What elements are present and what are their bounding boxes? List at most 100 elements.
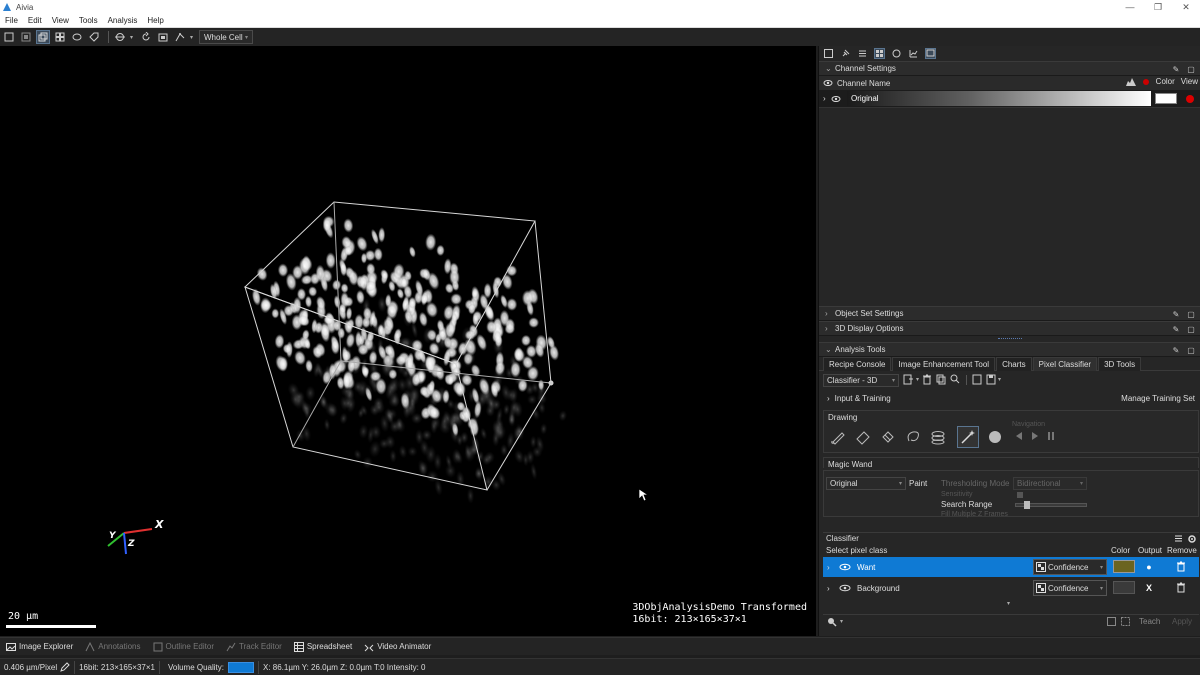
record-dot-icon[interactable] xyxy=(1142,78,1150,86)
3d-display-options-header[interactable]: › 3D Display Options ✎ ▢ xyxy=(819,321,1200,336)
save-icon[interactable] xyxy=(986,374,996,385)
class-color-swatch[interactable] xyxy=(1113,581,1135,594)
trash-icon[interactable] xyxy=(1175,581,1187,594)
chevron-down-icon[interactable]: ▾ xyxy=(840,618,843,625)
channel-view-toggle[interactable] xyxy=(1186,95,1194,103)
circle-brush-icon[interactable] xyxy=(985,427,1005,447)
search-icon[interactable] xyxy=(827,617,837,627)
tab-3d-tools[interactable]: 3D Tools xyxy=(1098,357,1142,371)
list-icon[interactable] xyxy=(857,48,868,59)
document-icon[interactable] xyxy=(972,374,982,385)
measure-icon[interactable] xyxy=(173,30,187,44)
document-icon[interactable] xyxy=(1107,617,1116,626)
class-color-swatch[interactable] xyxy=(1113,560,1135,573)
analysis-tools-header[interactable]: ⌄ Analysis Tools ✎ ▢ xyxy=(819,342,1200,357)
pin-icon[interactable]: ✎ xyxy=(1171,64,1181,74)
float-icon[interactable]: ▢ xyxy=(1186,345,1196,355)
thresholding-mode-select[interactable]: Bidirectional ▾ xyxy=(1013,477,1087,490)
menu-view[interactable]: View xyxy=(47,16,74,25)
delete-icon[interactable] xyxy=(922,374,932,385)
histogram-icon[interactable] xyxy=(1125,77,1136,86)
channel-settings-header[interactable]: ⌄ Channel Settings ✎ ▢ xyxy=(819,61,1200,76)
output-type-select[interactable]: Confidence ▾ xyxy=(1033,580,1107,596)
pin-icon[interactable]: ✎ xyxy=(1171,345,1181,355)
chevron-down-icon[interactable]: ▾ xyxy=(130,34,136,41)
paint-bucket-icon[interactable] xyxy=(878,427,898,447)
magic-wand-icon[interactable] xyxy=(957,426,979,448)
eye-icon[interactable] xyxy=(839,584,851,592)
selection-icon[interactable] xyxy=(1121,617,1130,626)
target-icon[interactable] xyxy=(113,30,127,44)
wand-channel-select[interactable]: Original ▾ xyxy=(826,477,906,490)
pin-icon[interactable] xyxy=(840,48,851,59)
search-icon[interactable] xyxy=(950,374,960,385)
snapshot-icon[interactable] xyxy=(156,30,170,44)
float-icon[interactable]: ▢ xyxy=(1186,64,1196,74)
float-icon[interactable]: ▢ xyxy=(1186,324,1196,334)
tab-charts[interactable]: Charts xyxy=(996,357,1032,371)
tab-outline-editor[interactable]: Outline Editor xyxy=(147,638,220,656)
chevron-down-icon[interactable]: ▾ xyxy=(916,376,919,383)
frame-icon[interactable] xyxy=(19,30,33,44)
chevron-right-icon[interactable]: › xyxy=(823,563,835,572)
display-icon[interactable] xyxy=(925,47,936,59)
reset-view-icon[interactable] xyxy=(139,30,153,44)
chart-icon[interactable] xyxy=(908,48,919,59)
previous-frame-icon[interactable] xyxy=(1014,431,1024,441)
menu-edit[interactable]: Edit xyxy=(23,16,47,25)
next-frame-icon[interactable] xyxy=(1030,431,1040,441)
menu-tools[interactable]: Tools xyxy=(74,16,103,25)
close-icon[interactable]: ✕ xyxy=(1172,0,1200,14)
eye-icon[interactable] xyxy=(839,563,851,571)
brush-icon[interactable] xyxy=(828,427,848,447)
volume-quality-slider[interactable] xyxy=(228,661,254,673)
layers-icon[interactable] xyxy=(928,427,948,447)
apply-button[interactable]: Apply xyxy=(1172,617,1192,626)
view-mode-select[interactable]: Whole Cell ▾ xyxy=(199,30,253,44)
pixel-class-row[interactable]: › Background Confidence ▾ X xyxy=(823,578,1199,598)
channel-color-swatch[interactable] xyxy=(1155,93,1177,104)
pencil-icon[interactable] xyxy=(60,662,70,672)
new-file-icon[interactable] xyxy=(903,374,913,385)
channel-row[interactable]: › Original xyxy=(819,90,1200,108)
menu-icon[interactable] xyxy=(1174,534,1183,543)
pin-icon[interactable]: ✎ xyxy=(1171,309,1181,319)
search-range-slider[interactable] xyxy=(1015,501,1087,509)
grid-view-icon[interactable] xyxy=(53,30,67,44)
tab-recipe-console[interactable]: Recipe Console xyxy=(823,357,892,371)
trash-icon[interactable] xyxy=(1175,560,1187,573)
pause-icon[interactable] xyxy=(1046,431,1056,441)
menu-help[interactable]: Help xyxy=(142,16,168,25)
manage-training-set-link[interactable]: Manage Training Set xyxy=(1121,394,1195,403)
tab-track-editor[interactable]: Track Editor xyxy=(220,638,288,656)
object-set-settings-header[interactable]: › Object Set Settings ✎ ▢ xyxy=(819,306,1200,321)
output-type-select[interactable]: Confidence ▾ xyxy=(1033,559,1107,575)
tab-annotations[interactable]: Annotations xyxy=(79,638,146,656)
grid-icon[interactable] xyxy=(874,47,885,59)
class-output-toggle[interactable]: X xyxy=(1143,582,1155,594)
select-icon[interactable] xyxy=(2,30,16,44)
lasso-icon[interactable] xyxy=(903,427,923,447)
tab-image-enhancement[interactable]: Image Enhancement Tool xyxy=(892,357,996,371)
eye-icon[interactable] xyxy=(823,79,833,87)
3d-viewer-canvas[interactable]: X Y Z 20 µm 3DObjAnalysisDemo Transforme… xyxy=(0,46,816,636)
pixel-class-row[interactable]: › Want Confidence ▾ ● xyxy=(823,557,1199,577)
search-range-thumb[interactable] xyxy=(1023,501,1030,509)
tag-icon[interactable] xyxy=(87,30,101,44)
scroll-down-icon[interactable]: ▾ xyxy=(1007,600,1010,607)
minimize-icon[interactable]: — xyxy=(1116,0,1144,14)
chevron-right-icon[interactable]: › xyxy=(823,94,831,103)
chevron-right-icon[interactable]: › xyxy=(823,584,835,593)
3d-view-icon[interactable] xyxy=(36,30,50,44)
class-output-toggle[interactable]: ● xyxy=(1143,561,1155,573)
chevron-down-icon[interactable]: ▾ xyxy=(190,34,196,41)
float-icon[interactable]: ▢ xyxy=(1186,309,1196,319)
copy-icon[interactable] xyxy=(936,374,946,385)
gear-icon[interactable] xyxy=(1187,534,1197,544)
cylinder-icon[interactable] xyxy=(70,30,84,44)
tab-image-explorer[interactable]: Image Explorer xyxy=(0,638,79,656)
chevron-down-icon[interactable]: ▾ xyxy=(998,376,1001,383)
menu-analysis[interactable]: Analysis xyxy=(103,16,143,25)
restore-icon[interactable]: ❐ xyxy=(1144,0,1172,14)
tab-pixel-classifier[interactable]: Pixel Classifier xyxy=(1032,357,1098,371)
